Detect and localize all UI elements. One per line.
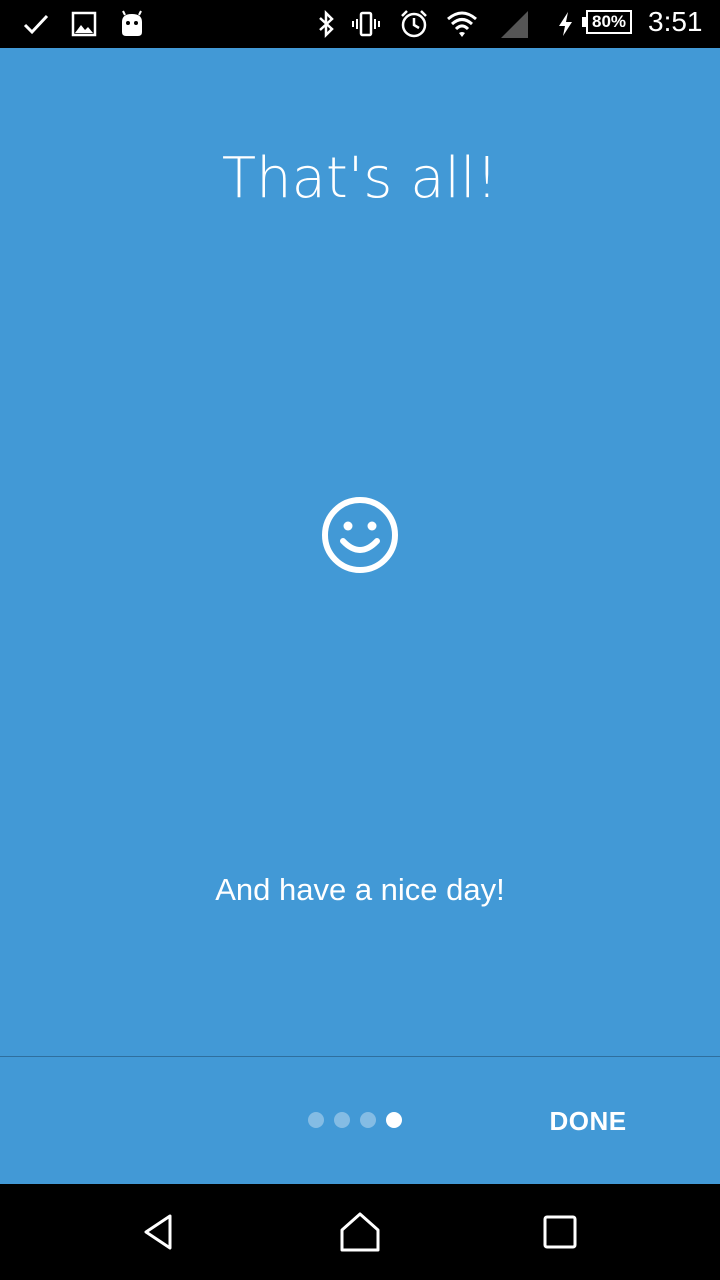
recents-icon[interactable] — [536, 1208, 584, 1256]
intro-slide: That's all! And have a nice day! — [0, 48, 720, 1056]
status-bar: 80% 3:51 — [0, 0, 720, 48]
page-dot — [360, 1112, 376, 1128]
charging-icon — [550, 8, 582, 40]
alarm-icon — [398, 8, 430, 40]
slide-subtitle: And have a nice day! — [215, 872, 505, 907]
done-button[interactable]: DONE — [528, 1093, 648, 1149]
smiley-icon — [320, 495, 400, 575]
slide-title: That's all! — [221, 146, 499, 211]
android-icon — [116, 8, 148, 40]
clock: 3:51 — [648, 6, 703, 37]
page-dot — [386, 1112, 402, 1128]
page-indicator — [308, 1112, 402, 1128]
wifi-icon — [446, 8, 478, 40]
page-dot — [308, 1112, 324, 1128]
image-icon — [68, 8, 100, 40]
pager-bar: DONE — [0, 1056, 720, 1184]
battery-indicator: 80% — [582, 10, 634, 36]
home-icon[interactable] — [336, 1208, 384, 1256]
page-dot — [334, 1112, 350, 1128]
bluetooth-icon — [310, 8, 342, 40]
navigation-bar — [0, 1184, 720, 1280]
check-icon — [20, 8, 52, 40]
battery-level: 80% — [586, 10, 632, 34]
vibrate-icon — [350, 8, 382, 40]
screen: 80% 3:51 That's all! And have a nice day… — [0, 0, 720, 1280]
back-icon[interactable] — [136, 1208, 184, 1256]
signal-icon — [498, 8, 530, 40]
